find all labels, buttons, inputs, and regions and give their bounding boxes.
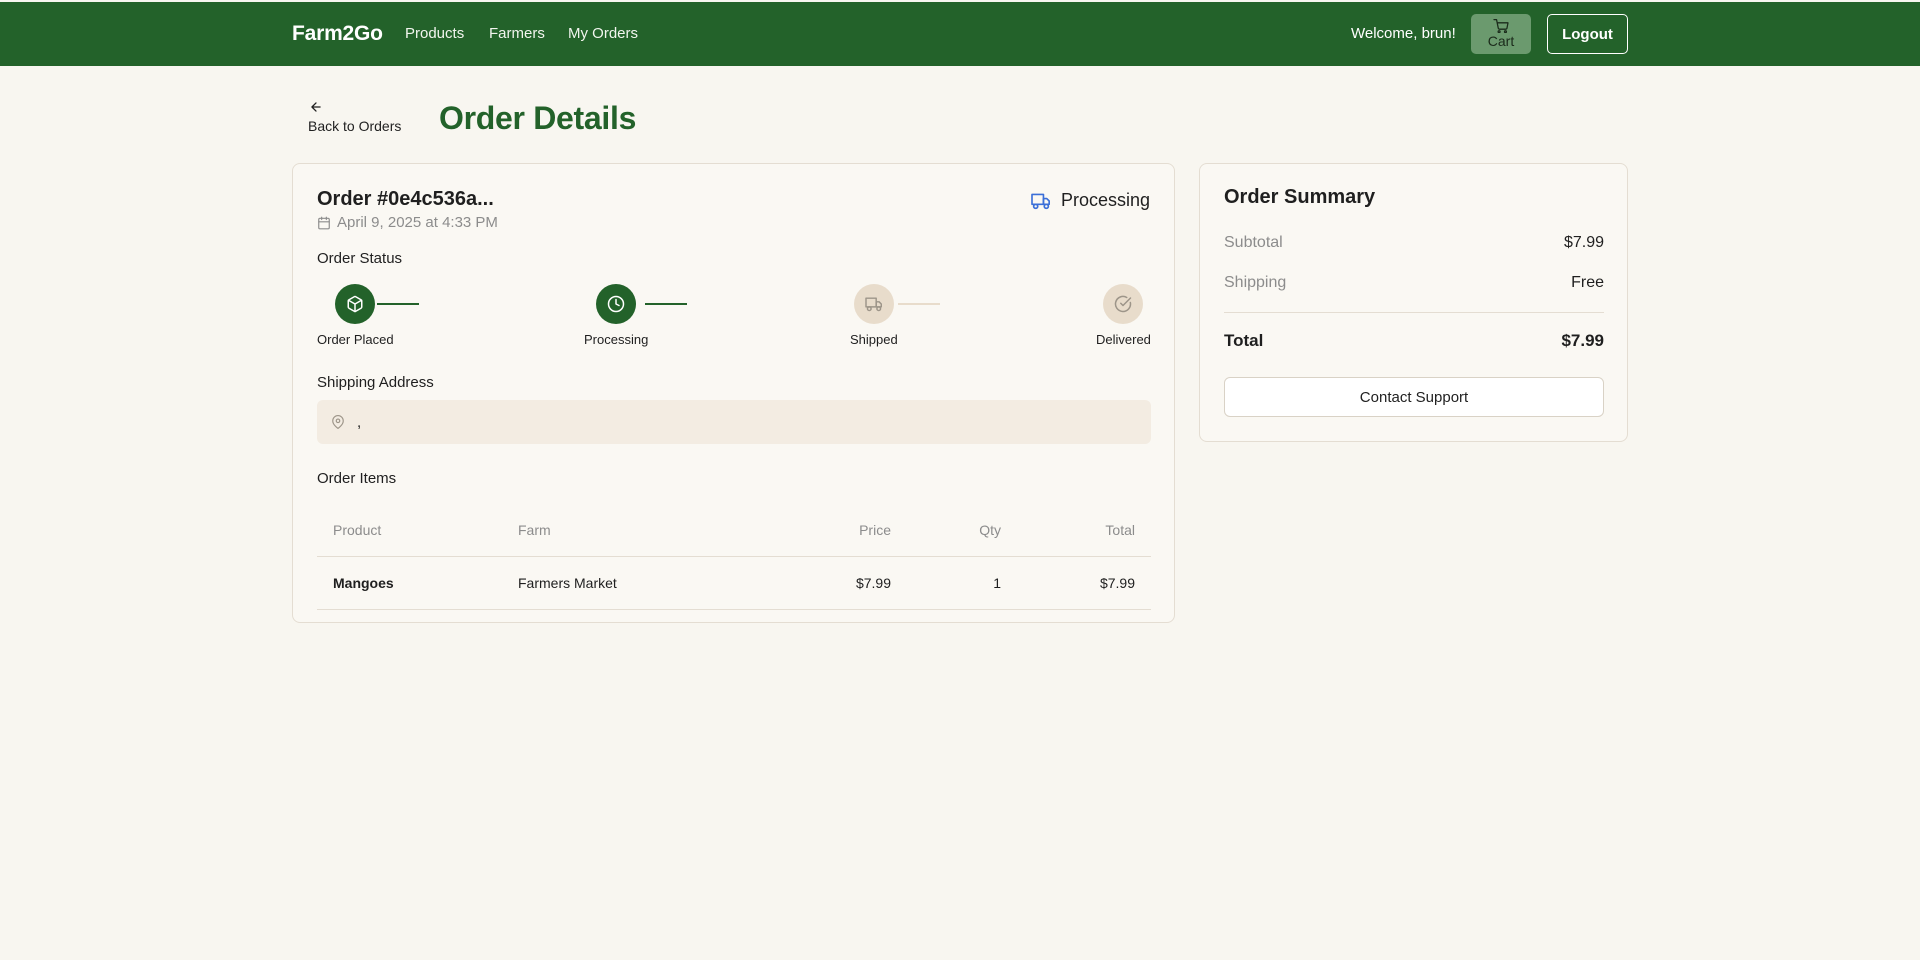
column-header-qty: Qty — [907, 504, 1017, 557]
step-processing: Processing — [584, 284, 648, 347]
shipping-address-heading: Shipping Address — [317, 374, 434, 391]
truck-icon — [1031, 193, 1050, 209]
order-date: April 9, 2025 at 4:33 PM — [317, 214, 498, 231]
shipping-address-box: , — [317, 400, 1151, 444]
cart-label: Cart — [1487, 33, 1515, 49]
back-to-orders-link[interactable]: Back to Orders — [307, 100, 417, 138]
total-row: Total $7.99 — [1224, 331, 1604, 351]
shipping-label: Shipping — [1224, 274, 1287, 291]
total-label: Total — [1224, 331, 1264, 350]
cart-icon — [1493, 19, 1509, 33]
brand-logo[interactable]: Farm2Go — [292, 22, 383, 46]
step-shipped: Shipped — [850, 284, 898, 347]
step-order-placed: Order Placed — [317, 284, 394, 347]
step-label: Processing — [584, 332, 649, 347]
cell-product: Mangoes — [317, 556, 502, 610]
table-row: Mangoes Farmers Market $7.99 1 $7.99 — [317, 556, 1151, 610]
clock-icon — [607, 295, 625, 313]
subtotal-value: $7.99 — [1563, 234, 1604, 251]
truck-icon — [865, 297, 882, 312]
column-header-total: Total — [1017, 504, 1151, 557]
order-status-badge: Processing — [1031, 190, 1150, 211]
logout-button[interactable]: Logout — [1547, 14, 1628, 54]
column-header-price: Price — [797, 504, 907, 557]
step-delivered: Delivered — [1096, 284, 1151, 347]
shipping-row: Shipping Free — [1224, 274, 1604, 292]
arrow-left-icon — [311, 102, 321, 112]
map-pin-icon — [332, 415, 344, 429]
cell-qty: 1 — [907, 556, 1017, 610]
welcome-text: Welcome, brun! — [1351, 25, 1456, 42]
order-date-text: April 9, 2025 at 4:33 PM — [337, 214, 498, 231]
order-status-heading: Order Status — [317, 250, 403, 267]
check-circle-icon — [1115, 295, 1132, 313]
cell-total: $7.99 — [1017, 556, 1151, 610]
shipping-address-text: , — [357, 413, 362, 431]
order-status-text: Processing — [1060, 190, 1150, 210]
contact-support-button[interactable]: Contact Support — [1224, 377, 1604, 417]
nav-link-farmers[interactable]: Farmers — [489, 25, 545, 42]
column-header-farm: Farm — [502, 504, 797, 557]
cell-farm: Farmers Market — [502, 556, 797, 610]
step-label: Order Placed — [317, 332, 394, 347]
order-items-heading: Order Items — [317, 470, 397, 487]
total-value: $7.99 — [1561, 331, 1604, 350]
page-title: Order Details — [439, 100, 637, 136]
column-header-product: Product — [317, 504, 502, 557]
cart-button[interactable]: Cart — [1471, 14, 1531, 54]
package-icon — [347, 295, 363, 313]
top-navbar: Farm2Go Products Farmers My Orders Welco… — [0, 2, 1920, 66]
nav-link-products[interactable]: Products — [405, 25, 464, 42]
order-summary-card: Order Summary Subtotal $7.99 Shipping Fr… — [1199, 163, 1628, 442]
order-summary-title: Order Summary — [1224, 186, 1376, 208]
shipping-value: Free — [1571, 274, 1604, 291]
step-label: Shipped — [850, 332, 898, 347]
cell-price: $7.99 — [797, 556, 907, 610]
divider — [1224, 312, 1604, 313]
back-to-orders-label: Back to Orders — [308, 118, 402, 134]
subtotal-label: Subtotal — [1224, 234, 1283, 251]
step-connector — [645, 303, 687, 305]
step-connector — [898, 303, 940, 305]
nav-link-my-orders[interactable]: My Orders — [568, 25, 638, 42]
order-details-card: Order #0e4c536a... April 9, 2025 at 4:33… — [292, 163, 1175, 623]
step-label: Delivered — [1096, 332, 1151, 347]
order-items-table: Product Farm Price Qty Total Mangoes Far… — [317, 504, 1151, 610]
subtotal-row: Subtotal $7.99 — [1224, 234, 1604, 252]
order-id: Order #0e4c536a... — [317, 188, 494, 210]
calendar-icon — [318, 216, 330, 229]
table-header-row: Product Farm Price Qty Total — [317, 504, 1151, 557]
